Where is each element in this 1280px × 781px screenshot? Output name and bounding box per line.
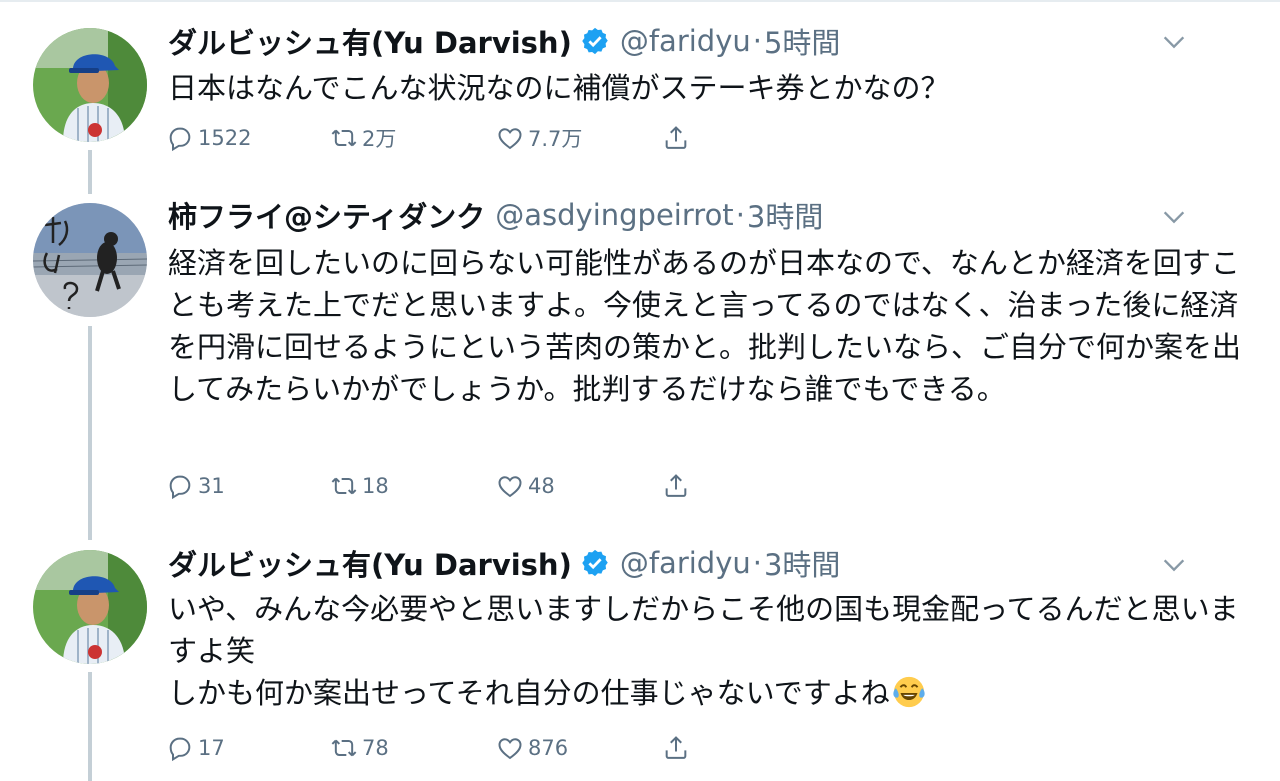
like-button[interactable]: 876 <box>496 731 568 765</box>
tweet-header: ダルビッシュ有(Yu Darvish) @faridyu · 3時間 <box>168 543 840 583</box>
author-handle[interactable]: @faridyu <box>620 24 751 58</box>
reply-icon <box>169 475 191 500</box>
chevron-down-icon[interactable] <box>1160 28 1188 56</box>
tweet-header: 柿フライ@シティダンク @asdyingpeirrot · 3時間 <box>168 195 823 235</box>
like-count: 7.7万 <box>528 127 583 151</box>
reply-button[interactable]: 31 <box>166 469 225 503</box>
share-icon <box>665 126 687 149</box>
timestamp[interactable]: 3時間 <box>764 542 840 584</box>
timestamp[interactable]: 3時間 <box>747 194 823 236</box>
share-button[interactable] <box>662 731 694 765</box>
like-button[interactable]: 48 <box>496 469 555 503</box>
verified-badge-icon <box>582 549 608 577</box>
reply-count: 17 <box>198 736 225 760</box>
tweet-text: 経済を回したいのに回らない可能性があるのが日本なので、なんとか経済を回すことも考… <box>168 246 1242 406</box>
author-handle[interactable]: @faridyu <box>620 546 751 580</box>
like-count: 48 <box>528 474 555 498</box>
avatar[interactable] <box>33 550 147 664</box>
tweet-text-content: いや、みんな今必要やと思いますしだからこそ他の国も現金配ってるんだと思いますよ笑… <box>168 592 1239 710</box>
share-button[interactable] <box>662 469 694 503</box>
retweet-button[interactable]: 18 <box>330 469 389 503</box>
retweet-button[interactable]: 2万 <box>330 121 396 155</box>
share-icon <box>665 474 687 497</box>
thread-connector <box>88 150 92 194</box>
verified-badge-icon <box>582 27 608 55</box>
like-icon <box>498 128 522 150</box>
timestamp[interactable]: 5時間 <box>764 20 840 62</box>
reply-count: 1522 <box>198 126 252 150</box>
separator-dot: · <box>735 198 745 232</box>
face-with-tears-of-joy-icon <box>893 676 925 708</box>
tweet-header: ダルビッシュ有(Yu Darvish) @faridyu · 5時間 <box>168 21 840 61</box>
like-count: 876 <box>528 736 569 760</box>
retweet-button[interactable]: 78 <box>330 731 389 765</box>
author-name[interactable]: ダルビッシュ有(Yu Darvish) <box>168 20 572 62</box>
retweet-icon <box>331 129 357 147</box>
avatar[interactable] <box>33 28 147 142</box>
separator-dot: · <box>752 546 762 580</box>
reply-icon <box>169 737 191 762</box>
thread-connector <box>88 326 92 540</box>
tweet-text: 日本はなんでこんな状況なのに補償がステーキ券とかなの？ <box>168 71 950 105</box>
top-divider <box>0 0 1280 2</box>
thread-connector <box>88 672 92 781</box>
like-icon <box>498 476 522 498</box>
reply-count: 31 <box>198 474 225 498</box>
reply-icon <box>169 127 191 152</box>
tweet-actions: 17 78 876 <box>166 731 726 765</box>
author-name[interactable]: ダルビッシュ有(Yu Darvish) <box>168 542 572 584</box>
retweet-count: 18 <box>362 474 389 498</box>
tweet-actions: 31 18 48 <box>166 469 726 503</box>
chevron-down-icon[interactable] <box>1160 203 1188 231</box>
avatar[interactable] <box>33 203 147 317</box>
retweet-icon <box>331 739 357 757</box>
chevron-down-icon[interactable] <box>1160 551 1188 579</box>
like-icon <box>498 738 522 760</box>
tweet-text: いや、みんな今必要やと思いますしだからこそ他の国も現金配ってるんだと思いますよ笑… <box>168 588 1258 714</box>
author-handle[interactable]: @asdyingpeirrot <box>495 198 733 232</box>
separator-dot: · <box>752 24 762 58</box>
retweet-count: 2万 <box>362 127 397 151</box>
share-button[interactable] <box>662 121 694 155</box>
tweet-actions: 1522 2万 7.7万 <box>166 121 726 155</box>
like-button[interactable]: 7.7万 <box>496 121 582 155</box>
author-name[interactable]: 柿フライ@シティダンク <box>168 194 485 236</box>
reply-button[interactable]: 1522 <box>166 121 251 155</box>
retweet-count: 78 <box>362 736 389 760</box>
share-icon <box>665 736 687 759</box>
reply-button[interactable]: 17 <box>166 731 225 765</box>
retweet-icon <box>331 477 357 495</box>
